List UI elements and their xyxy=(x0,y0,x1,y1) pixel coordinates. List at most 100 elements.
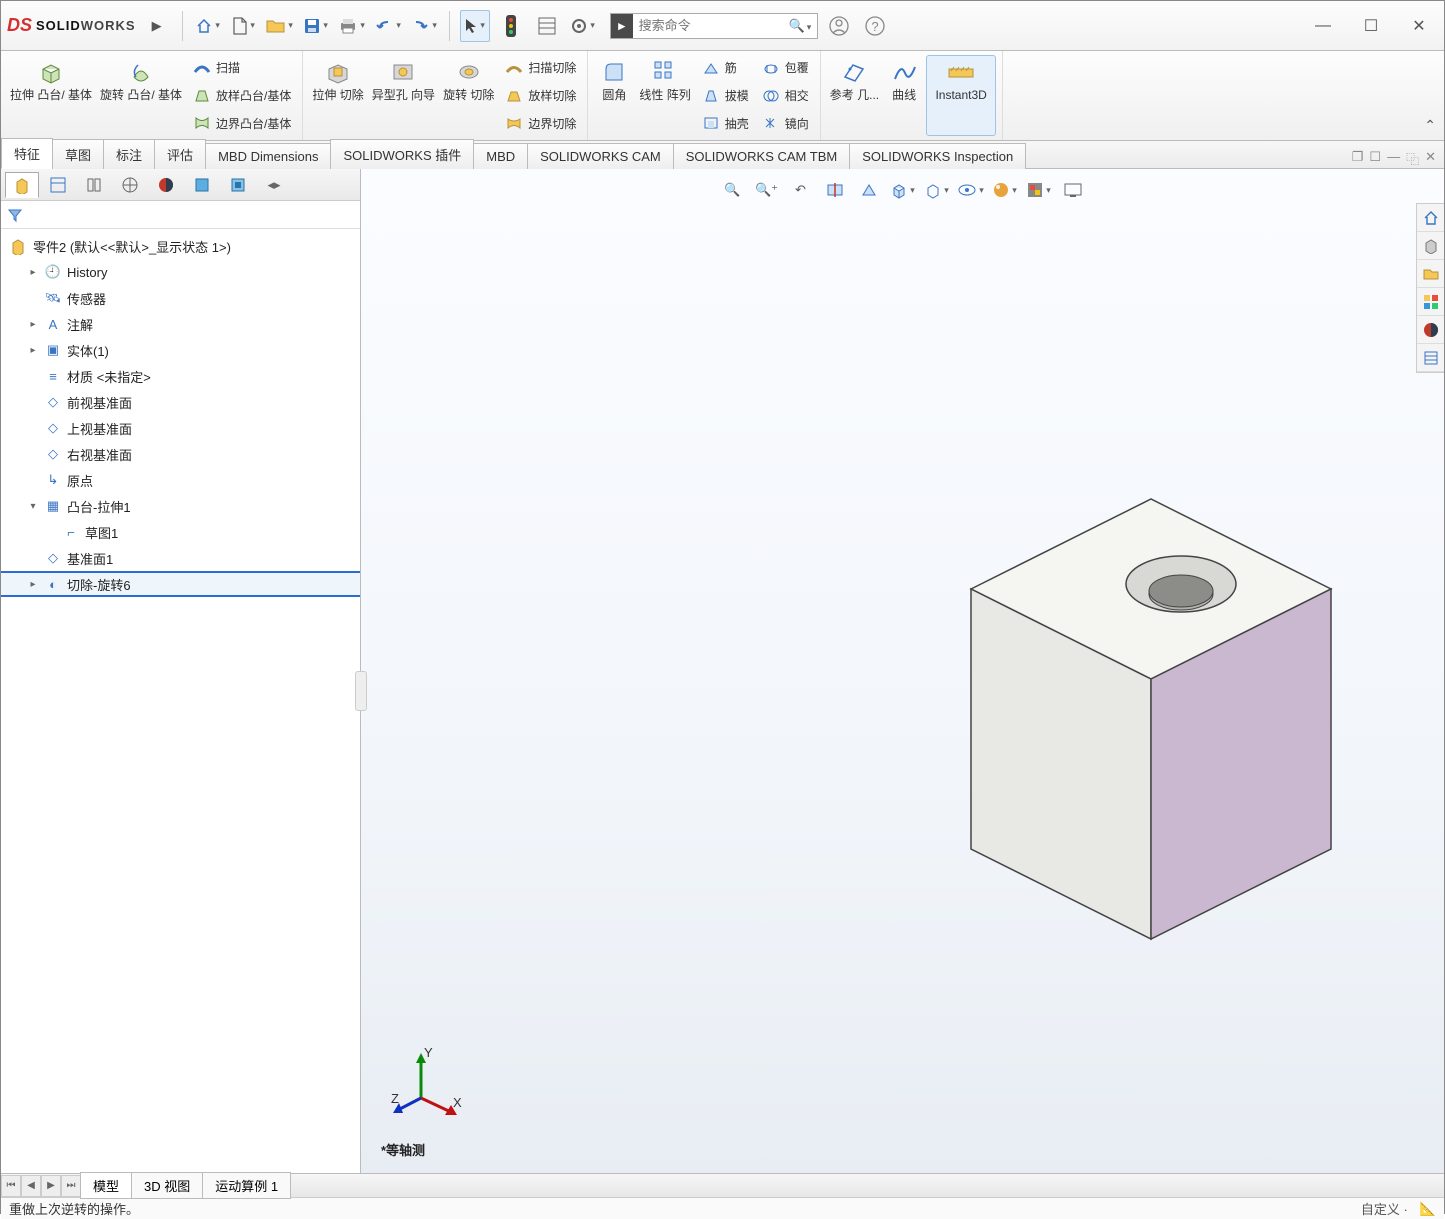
tree-item[interactable]: ▸▣实体(1) xyxy=(1,337,360,363)
more-tab[interactable]: ◂▸ xyxy=(257,172,291,198)
print-button[interactable] xyxy=(337,10,367,42)
instant3d-button[interactable]: Instant3D xyxy=(926,55,996,136)
nav-prev-icon[interactable]: ◀ xyxy=(21,1175,41,1197)
extrude-boss-button[interactable]: 拉伸 凸台/ 基体 xyxy=(7,55,95,136)
taskpane-resources-icon[interactable] xyxy=(1417,232,1444,260)
view-settings-icon[interactable] xyxy=(1058,177,1088,203)
tree-item[interactable]: ↳原点 xyxy=(1,467,360,493)
zoom-area-icon[interactable]: 🔍⁺ xyxy=(752,177,782,203)
search-icon[interactable]: 🔍 xyxy=(783,18,818,34)
minimize-button[interactable]: — xyxy=(1304,10,1342,42)
boundary-cut-button[interactable]: 边界切除 xyxy=(499,110,581,136)
bottom-tab-model[interactable]: 模型 xyxy=(80,1172,132,1199)
curves-button[interactable]: 曲线 xyxy=(884,55,924,136)
play-icon[interactable]: ▶ xyxy=(142,10,172,42)
bottom-tab-3dview[interactable]: 3D 视图 xyxy=(131,1172,203,1199)
tree-item[interactable]: ◇前视基准面 xyxy=(1,389,360,415)
doc-popout-icon[interactable]: ⿻ xyxy=(1406,149,1419,168)
shell-button[interactable]: 抽壳 xyxy=(696,110,754,136)
taskpane-library-icon[interactable] xyxy=(1417,260,1444,288)
nav-last-icon[interactable]: ⏭ xyxy=(61,1175,81,1197)
nav-next-icon[interactable]: ▶ xyxy=(41,1175,61,1197)
doc-max-icon[interactable]: ☐ xyxy=(1369,149,1381,168)
status-ruler-icon[interactable]: 📐 xyxy=(1420,1201,1436,1217)
extrude-cut-button[interactable]: 拉伸 切除 xyxy=(309,55,366,136)
tab-evaluate[interactable]: 评估 xyxy=(154,139,206,169)
user-icon[interactable] xyxy=(824,10,854,42)
mirror-button[interactable]: 镜向 xyxy=(756,110,814,136)
taskpane-home-icon[interactable] xyxy=(1417,204,1444,232)
sweep-button[interactable]: 扫描 xyxy=(187,55,296,81)
tab-mbd[interactable]: MBD xyxy=(473,143,528,169)
home-button[interactable] xyxy=(193,10,223,42)
taskpane-view-palette-icon[interactable] xyxy=(1417,288,1444,316)
tree-item[interactable]: ◇上视基准面 xyxy=(1,415,360,441)
tree-item[interactable]: 🛰传感器 xyxy=(1,285,360,311)
tree-item[interactable]: ≡材质 <未指定> xyxy=(1,363,360,389)
doc-close-icon[interactable]: ✕ xyxy=(1425,149,1436,168)
undo-button[interactable] xyxy=(373,10,403,42)
help-icon[interactable]: ? xyxy=(860,10,890,42)
new-button[interactable] xyxy=(229,10,259,42)
tree-item[interactable]: ⌐草图1 xyxy=(1,519,360,545)
redo-button[interactable] xyxy=(409,10,439,42)
section-view-icon[interactable] xyxy=(820,177,850,203)
property-tab[interactable] xyxy=(41,172,75,198)
tree-item[interactable]: ▸◐切除-旋转6 xyxy=(1,571,360,597)
dynamic-section-icon[interactable] xyxy=(854,177,884,203)
hide-show-icon[interactable] xyxy=(956,177,986,203)
boundary-button[interactable]: 边界凸台/基体 xyxy=(187,110,296,136)
graphics-viewport[interactable]: 🔍 🔍⁺ ↶ Y xyxy=(361,169,1444,1173)
splitter-handle[interactable] xyxy=(355,671,367,711)
tree-item[interactable]: ▾▦凸台-拉伸1 xyxy=(1,493,360,519)
close-button[interactable]: ✕ xyxy=(1400,10,1438,42)
save-button[interactable] xyxy=(301,10,331,42)
tree-filter[interactable] xyxy=(1,201,360,229)
sweep-cut-button[interactable]: 扫描切除 xyxy=(499,55,581,81)
dimxpert-tab[interactable] xyxy=(113,172,147,198)
tree-item[interactable]: ◇右视基准面 xyxy=(1,441,360,467)
view-orientation-icon[interactable] xyxy=(888,177,918,203)
tab-inspection[interactable]: SOLIDWORKS Inspection xyxy=(849,143,1026,169)
search-box[interactable]: ▸ 🔍 xyxy=(610,13,819,39)
tree-root[interactable]: 零件2 (默认<<默认>_显示状态 1>) xyxy=(1,233,360,259)
taskpane-appearance-icon[interactable] xyxy=(1417,316,1444,344)
maximize-button[interactable]: ☐ xyxy=(1352,10,1390,42)
tree-item[interactable]: ▸🕘History xyxy=(1,259,360,285)
appearance-tab[interactable] xyxy=(185,172,219,198)
intersect-button[interactable]: 相交 xyxy=(756,83,814,109)
tab-cam[interactable]: SOLIDWORKS CAM xyxy=(527,143,674,169)
taskpane-custom-props-icon[interactable] xyxy=(1417,344,1444,372)
prev-view-icon[interactable]: ↶ xyxy=(786,177,816,203)
tab-features[interactable]: 特征 xyxy=(1,138,53,169)
draft-button[interactable]: 拔模 xyxy=(696,83,754,109)
revolve-boss-button[interactable]: 旋转 凸台/ 基体 xyxy=(97,55,185,136)
doc-min-icon[interactable]: — xyxy=(1387,149,1400,168)
fillet-button[interactable]: 圆角 xyxy=(594,55,634,136)
ribbon-collapse-icon[interactable]: ⌃ xyxy=(1424,117,1436,134)
edit-appearance-icon[interactable] xyxy=(990,177,1020,203)
tab-sketch[interactable]: 草图 xyxy=(52,139,104,169)
display-style-icon[interactable] xyxy=(922,177,952,203)
ref-geom-button[interactable]: 参考 几... xyxy=(827,55,882,136)
render-tab[interactable] xyxy=(221,172,255,198)
traffic-icon[interactable] xyxy=(496,10,526,42)
open-button[interactable] xyxy=(265,10,295,42)
status-custom[interactable]: 自定义 · xyxy=(1361,1199,1408,1218)
tab-cam-tbm[interactable]: SOLIDWORKS CAM TBM xyxy=(673,143,850,169)
apply-scene-icon[interactable] xyxy=(1024,177,1054,203)
tab-annotate[interactable]: 标注 xyxy=(103,139,155,169)
zoom-fit-icon[interactable]: 🔍 xyxy=(718,177,748,203)
loft-button[interactable]: 放样凸台/基体 xyxy=(187,83,296,109)
doc-restore-icon[interactable]: ❐ xyxy=(1352,149,1364,168)
tree-item[interactable]: ▸A注解 xyxy=(1,311,360,337)
loft-cut-button[interactable]: 放样切除 xyxy=(499,83,581,109)
tab-mbd-dim[interactable]: MBD Dimensions xyxy=(205,143,331,169)
hole-wizard-button[interactable]: 异型孔 向导 xyxy=(369,55,438,136)
settings-button[interactable] xyxy=(568,10,598,42)
bottom-tab-motion[interactable]: 运动算例 1 xyxy=(202,1172,291,1199)
display-tab[interactable] xyxy=(149,172,183,198)
revolve-cut-button[interactable]: 旋转 切除 xyxy=(440,55,497,136)
fm-tree-tab[interactable] xyxy=(5,172,39,198)
layout-icon[interactable] xyxy=(532,10,562,42)
